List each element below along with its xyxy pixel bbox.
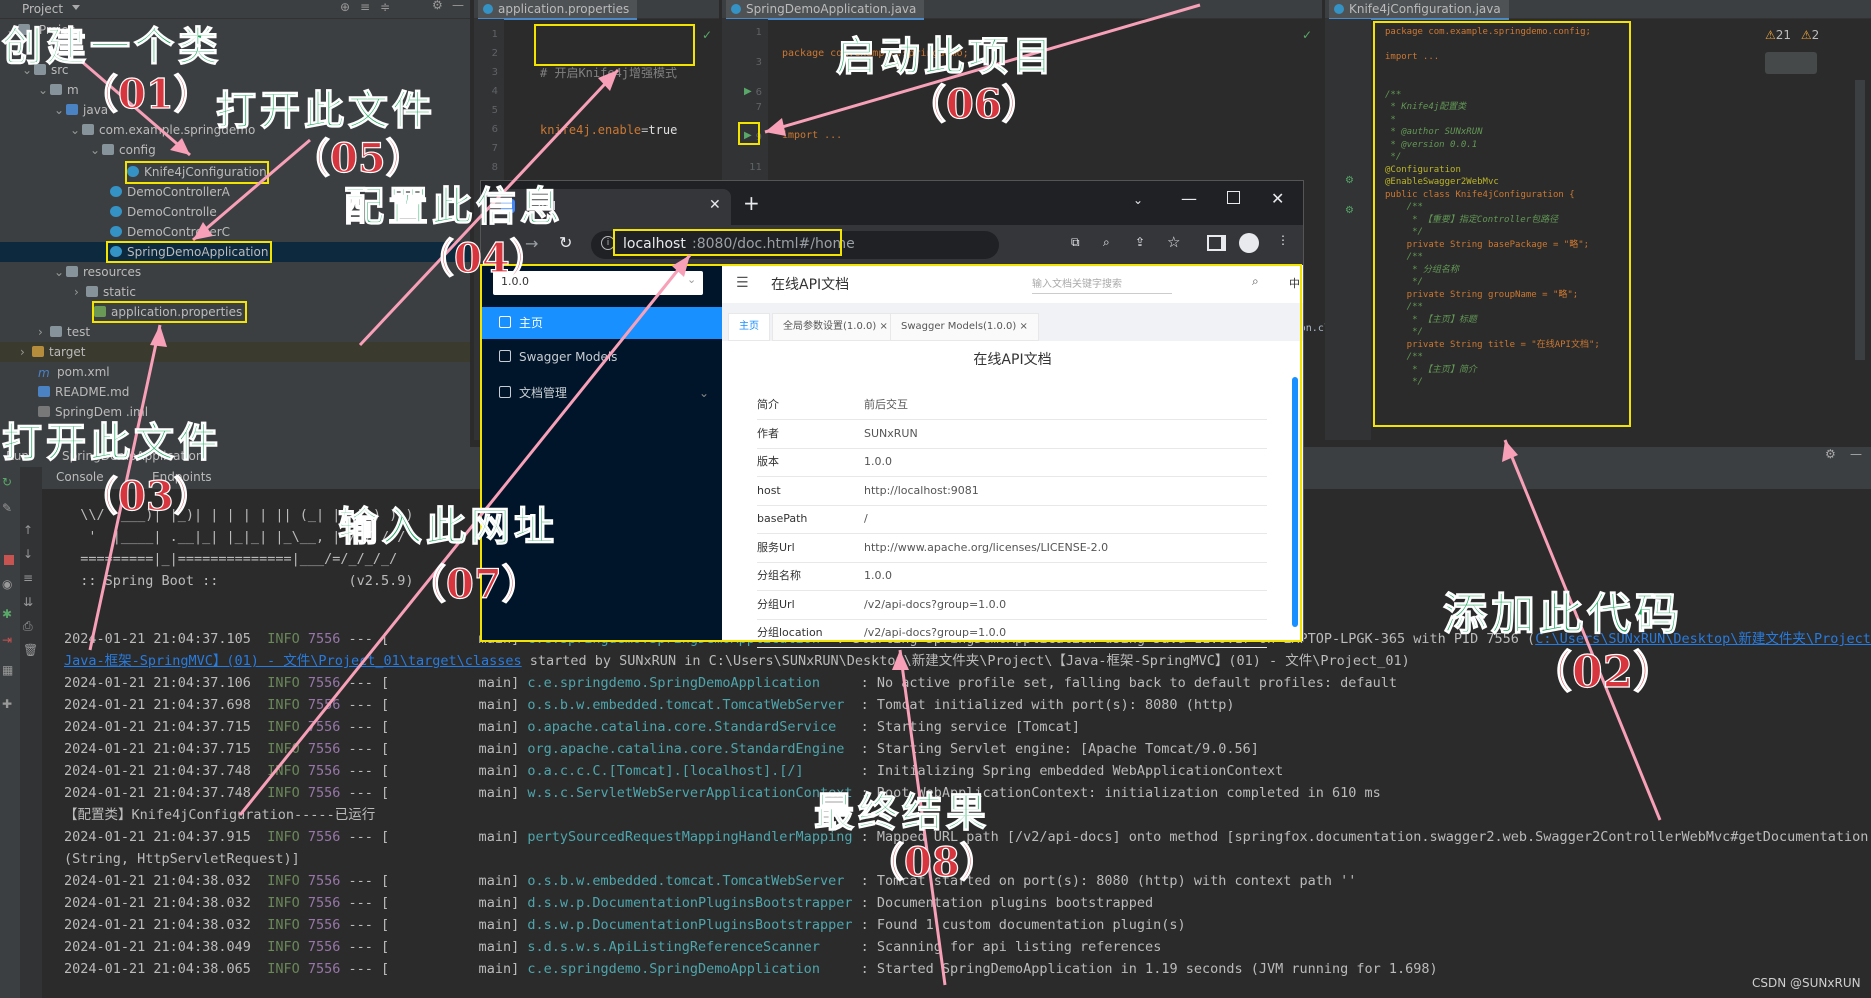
arrowhead [150,325,167,347]
annotation-02-label: 添加此代码 [1442,588,1683,640]
arrowhead [1502,440,1518,462]
arrowhead [892,650,909,670]
annotation-08-number: （08） [863,838,1000,886]
watermark: CSDN @SUNxRUN [1752,976,1861,990]
annotation-07-number: （07） [405,560,542,608]
annotation-03-label: 打开此文件 [1,418,222,466]
annotation-01-number: （01） [77,70,214,118]
arrowhead [765,118,786,136]
annotation-04-number: （04） [413,234,550,282]
annotation-06-number: （06） [905,80,1042,128]
annotation-02-number: （02） [1527,646,1678,698]
annotation-07-label: 输入此网址 [337,502,558,550]
annotation-03-number: （03） [77,472,214,520]
annotation-05-number: （05） [289,134,426,182]
